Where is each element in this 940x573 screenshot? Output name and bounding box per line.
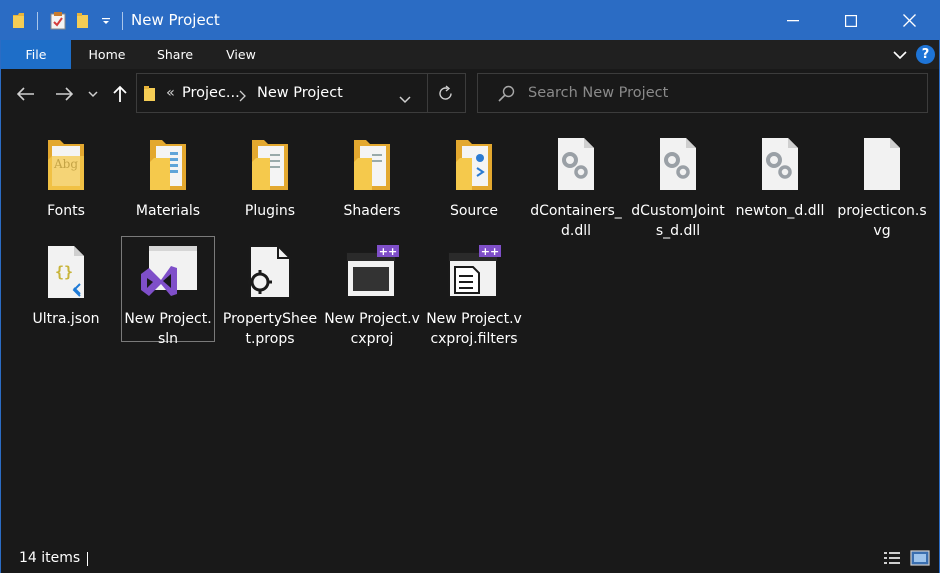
file-label: dContainers_d.dll — [530, 203, 622, 239]
file-label: Materials — [135, 203, 201, 219]
close-icon — [902, 14, 916, 27]
folder-docs-icon — [222, 129, 318, 199]
dll-file-icon — [630, 129, 726, 199]
chevron-right-icon[interactable] — [239, 87, 246, 106]
forward-button[interactable] — [51, 81, 77, 107]
file-item-fonts[interactable]: Abg Fonts — [18, 129, 114, 229]
file-list: Abg Fonts Materials — [1, 119, 939, 543]
address-bar[interactable]: « Projec... New Project — [136, 73, 466, 113]
help-icon[interactable]: ? — [916, 45, 935, 64]
up-arrow-icon — [113, 85, 127, 102]
status-bar: 14 items — [1, 543, 939, 573]
file-label: New Project.vcxproj — [324, 311, 420, 347]
tab-share[interactable]: Share — [147, 40, 203, 69]
file-label: New Project.sln — [124, 311, 212, 347]
svg-text:{}: {} — [55, 263, 73, 281]
file-label: Fonts — [47, 203, 85, 219]
tab-home[interactable]: Home — [79, 40, 135, 69]
breadcrumb-current[interactable]: New Project — [257, 85, 343, 101]
file-item-projecticon[interactable]: projecticon.svg — [834, 129, 930, 239]
breadcrumb-projects[interactable]: Projec... — [182, 85, 240, 101]
file-label: PropertySheet.props — [222, 311, 318, 347]
large-icons-view-icon — [910, 550, 930, 566]
file-label: Plugins — [244, 203, 296, 219]
search-input[interactable]: Search New Project — [528, 85, 668, 101]
folder-materials-icon — [120, 129, 216, 199]
blank-file-icon — [834, 129, 930, 199]
large-icons-view-button[interactable] — [910, 550, 930, 570]
item-count: 14 items — [19, 550, 81, 566]
navigation-row: « Projec... New Project Search New Proje… — [1, 69, 939, 119]
minimize-button[interactable] — [763, 1, 823, 40]
svg-text:++: ++ — [379, 245, 397, 258]
filters-file-icon: ++ — [426, 237, 522, 307]
address-overflow[interactable]: « — [166, 85, 175, 101]
vcxproj-file-icon: ++ — [324, 237, 420, 307]
file-label: projecticon.svg — [837, 203, 927, 239]
file-label: Shaders — [343, 203, 401, 219]
title-bar: New Project — [1, 1, 939, 40]
address-dropdown-button[interactable] — [399, 89, 411, 108]
file-item-propertysheet[interactable]: PropertySheet.props — [222, 237, 318, 347]
maximize-icon — [845, 14, 857, 27]
file-item-dcustomjoints[interactable]: dCustomJoints_d.dll — [630, 129, 726, 239]
search-box[interactable]: Search New Project — [477, 73, 928, 113]
status-divider — [87, 552, 88, 566]
props-file-icon — [222, 237, 318, 307]
details-view-icon — [884, 552, 900, 564]
ribbon: File Home Share View ? — [1, 40, 939, 69]
folder-source-icon — [426, 129, 522, 199]
file-item-plugins[interactable]: Plugins — [222, 129, 318, 229]
back-button[interactable] — [13, 81, 39, 107]
file-item-newton[interactable]: newton_d.dll — [732, 129, 828, 229]
file-item-ultra-json[interactable]: {} Ultra.json — [18, 237, 114, 337]
up-button[interactable] — [107, 81, 133, 107]
refresh-button[interactable] — [437, 85, 454, 106]
json-file-icon: {} — [18, 237, 114, 307]
window-title: New Project — [131, 11, 220, 29]
chevron-down-icon — [399, 96, 411, 104]
file-item-source[interactable]: Source — [426, 129, 522, 229]
file-label: New Project.vcxproj.filters — [426, 311, 522, 347]
forward-arrow-icon — [56, 87, 73, 101]
file-label: dCustomJoints_d.dll — [631, 203, 725, 239]
expand-ribbon-button[interactable] — [890, 46, 910, 64]
file-label: Source — [449, 203, 499, 219]
folder-docs-icon — [324, 129, 420, 199]
separator — [37, 12, 38, 30]
file-item-dcontainers[interactable]: dContainers_d.dll — [528, 129, 624, 239]
tab-file[interactable]: File — [1, 40, 71, 69]
close-button[interactable] — [879, 1, 939, 40]
explorer-window: New Project File Home Share View ? « Pro… — [0, 0, 940, 573]
file-item-materials[interactable]: Materials — [120, 129, 216, 229]
folder-fonts-icon: Abg — [18, 129, 114, 199]
new-folder-icon[interactable] — [75, 12, 91, 30]
back-arrow-icon — [17, 87, 34, 101]
details-view-button[interactable] — [883, 550, 901, 570]
dll-file-icon — [732, 129, 828, 199]
file-label: Ultra.json — [32, 311, 100, 327]
file-item-vcxproj-filters[interactable]: ++ New Project.vcxproj.filters — [426, 237, 522, 357]
file-item-vcxproj[interactable]: ++ New Project.vcxproj — [324, 237, 420, 357]
dll-file-icon — [528, 129, 624, 199]
divider — [427, 74, 428, 112]
minimize-icon — [787, 19, 799, 21]
chevron-down-icon — [88, 90, 98, 97]
svg-text:++: ++ — [481, 245, 499, 258]
recent-locations-button[interactable] — [82, 81, 104, 107]
tab-view[interactable]: View — [213, 40, 269, 69]
folder-icon[interactable] — [11, 12, 27, 30]
folder-icon — [143, 85, 157, 107]
file-item-shaders[interactable]: Shaders — [324, 129, 420, 229]
chevron-down-icon — [893, 50, 907, 59]
properties-icon[interactable] — [49, 12, 67, 30]
separator — [122, 12, 123, 30]
customize-dropdown-icon[interactable] — [99, 12, 113, 30]
file-item-new-project-sln[interactable]: New Project.sln — [121, 236, 215, 347]
search-icon — [498, 85, 515, 106]
sln-file-icon — [122, 237, 214, 307]
file-label: newton_d.dll — [735, 203, 825, 219]
refresh-icon — [439, 85, 452, 100]
maximize-button[interactable] — [821, 1, 881, 40]
